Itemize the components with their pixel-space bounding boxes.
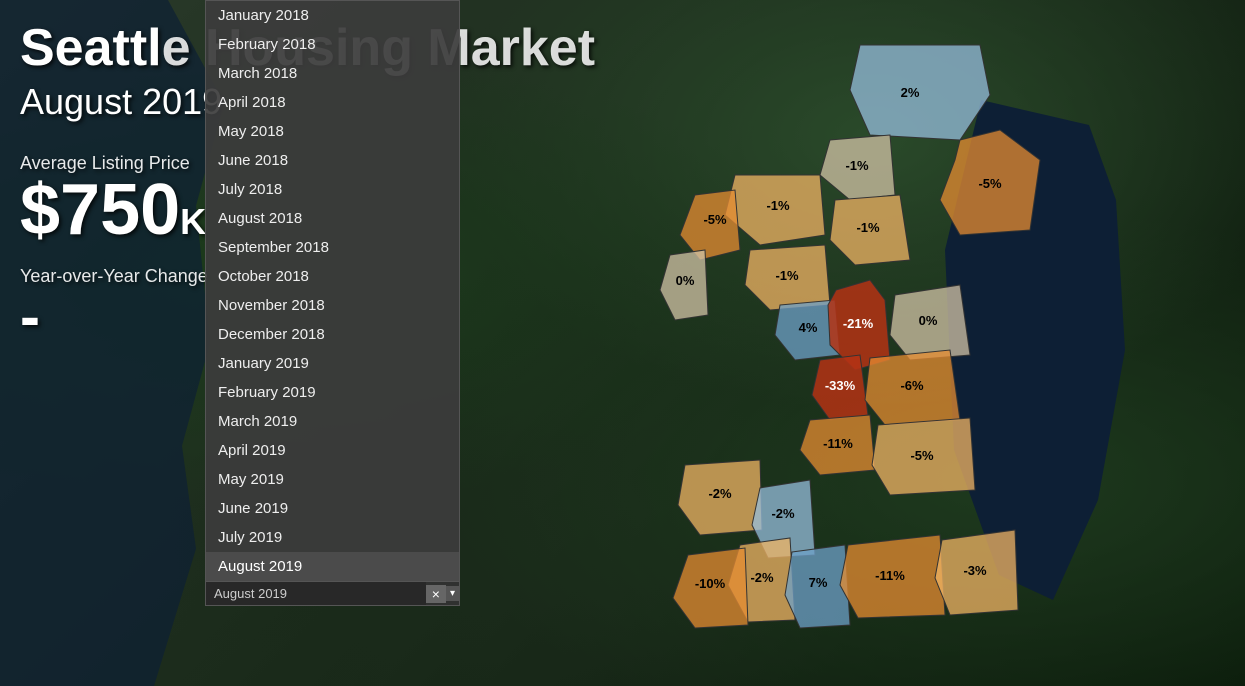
dropdown-item[interactable]: September 2018 bbox=[206, 233, 459, 262]
dropdown-item[interactable]: February 2018 bbox=[206, 30, 459, 59]
dropdown-item[interactable]: March 2018 bbox=[206, 59, 459, 88]
dropdown-item[interactable]: June 2018 bbox=[206, 146, 459, 175]
dropdown-item[interactable]: July 2019 bbox=[206, 523, 459, 552]
svg-text:-2%: -2% bbox=[771, 506, 795, 521]
svg-text:-33%: -33% bbox=[825, 378, 856, 393]
dropdown-selected-input[interactable] bbox=[206, 582, 426, 605]
dropdown-item[interactable]: July 2018 bbox=[206, 175, 459, 204]
svg-text:-2%: -2% bbox=[750, 570, 774, 585]
svg-text:-10%: -10% bbox=[695, 576, 726, 591]
svg-text:-11%: -11% bbox=[823, 436, 853, 451]
month-year-dropdown[interactable]: January 2018February 2018March 2018April… bbox=[205, 0, 460, 606]
dropdown-item[interactable]: April 2018 bbox=[206, 88, 459, 117]
svg-text:-1%: -1% bbox=[775, 268, 799, 283]
svg-text:-21%: -21% bbox=[843, 316, 874, 331]
svg-text:2%: 2% bbox=[901, 85, 920, 100]
svg-text:-1%: -1% bbox=[856, 220, 880, 235]
dropdown-scroll-button[interactable]: ▾ bbox=[446, 586, 459, 601]
dropdown-item[interactable]: August 2018 bbox=[206, 204, 459, 233]
dropdown-item[interactable]: June 2019 bbox=[206, 494, 459, 523]
dropdown-item[interactable]: May 2019 bbox=[206, 465, 459, 494]
dropdown-item[interactable]: February 2019 bbox=[206, 378, 459, 407]
svg-text:-6%: -6% bbox=[900, 378, 924, 393]
svg-text:-1%: -1% bbox=[845, 158, 869, 173]
dropdown-clear-button[interactable]: × bbox=[426, 585, 446, 603]
svg-text:-1%: -1% bbox=[766, 198, 790, 213]
svg-text:-2%: -2% bbox=[708, 486, 732, 501]
svg-text:7%: 7% bbox=[809, 575, 828, 590]
svg-text:0%: 0% bbox=[676, 273, 695, 288]
dropdown-item[interactable]: May 2018 bbox=[206, 117, 459, 146]
dropdown-item[interactable]: January 2018 bbox=[206, 1, 459, 30]
dropdown-selected-box: × ▾ bbox=[205, 582, 460, 606]
dropdown-list[interactable]: January 2018February 2018March 2018April… bbox=[205, 0, 460, 582]
dropdown-item[interactable]: August 2019 bbox=[206, 552, 459, 581]
svg-text:4%: 4% bbox=[799, 320, 818, 335]
dropdown-item[interactable]: January 2019 bbox=[206, 349, 459, 378]
svg-text:-5%: -5% bbox=[978, 176, 1002, 191]
svg-text:-3%: -3% bbox=[963, 563, 987, 578]
svg-text:-5%: -5% bbox=[703, 212, 727, 227]
svg-text:0%: 0% bbox=[919, 313, 938, 328]
dropdown-item[interactable]: March 2019 bbox=[206, 407, 459, 436]
svg-text:-11%: -11% bbox=[875, 568, 905, 583]
dropdown-item[interactable]: April 2019 bbox=[206, 436, 459, 465]
svg-text:-5%: -5% bbox=[910, 448, 934, 463]
dropdown-item[interactable]: December 2018 bbox=[206, 320, 459, 349]
dropdown-item[interactable]: October 2018 bbox=[206, 262, 459, 291]
dropdown-item[interactable]: November 2018 bbox=[206, 291, 459, 320]
